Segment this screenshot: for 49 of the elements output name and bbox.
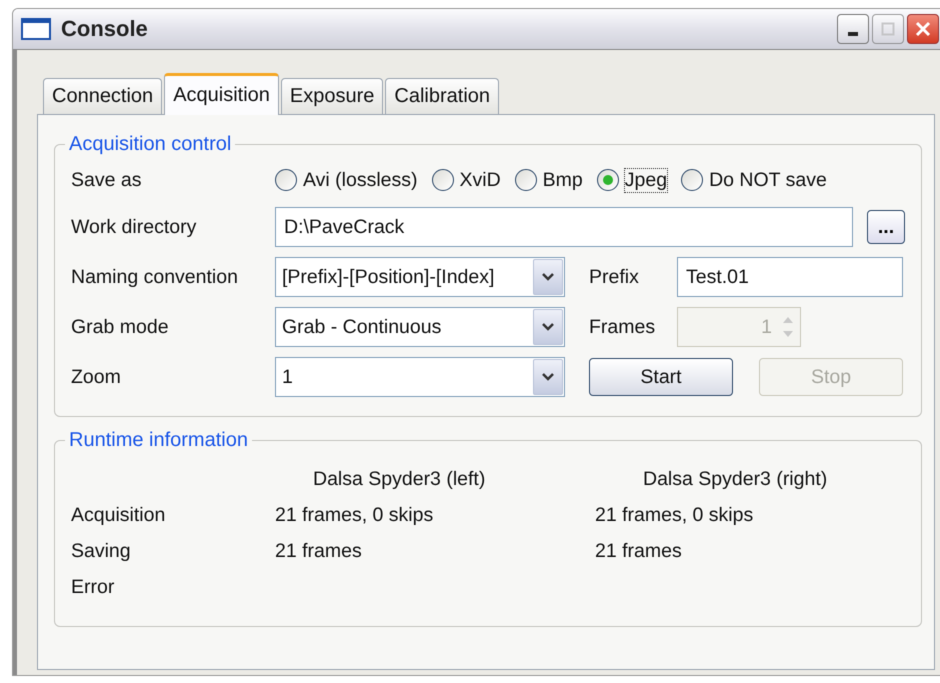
field-label: Work directory xyxy=(71,216,198,238)
zoom-dropdown[interactable]: 1 xyxy=(275,357,565,397)
grab-mode-dropdown[interactable]: Grab - Continuous xyxy=(275,307,565,347)
start-button[interactable]: Start xyxy=(589,358,733,396)
radio-label: Avi (lossless) xyxy=(303,168,418,192)
table-cell: 21 frames xyxy=(275,540,362,562)
window-title: Console xyxy=(61,16,149,42)
group-title: Runtime information xyxy=(68,429,249,452)
radio-button[interactable] xyxy=(514,169,537,191)
tab[interactable]: Calibration xyxy=(385,78,500,114)
chevron-down-icon xyxy=(541,272,555,282)
table-cell: 21 frames, 0 skips xyxy=(275,504,434,526)
window-icon xyxy=(21,18,51,40)
tab[interactable]: Exposure xyxy=(280,78,384,114)
row-label: Error xyxy=(71,576,116,600)
radio-label: Bmp xyxy=(542,168,583,192)
naming-dropdown[interactable]: [Prefix]-[Position]-[Index] xyxy=(275,257,565,297)
minimize-icon xyxy=(848,32,858,36)
radio-button[interactable] xyxy=(681,169,704,191)
radio-label: Jpeg xyxy=(624,168,668,192)
field-label: Prefix xyxy=(589,266,640,288)
chevron-down-icon xyxy=(541,322,555,332)
table-cell: 21 frames xyxy=(595,540,682,562)
tab[interactable]: Connection xyxy=(43,78,162,114)
close-button[interactable] xyxy=(907,14,939,44)
radio-label: XviD xyxy=(460,168,501,192)
radio-button[interactable] xyxy=(596,169,619,191)
close-icon xyxy=(915,21,931,37)
field-label: Save as xyxy=(71,168,142,192)
radio-button[interactable] xyxy=(432,169,454,191)
tab[interactable]: Acquisition xyxy=(164,73,279,115)
column-header: Dalsa Spyder3 (right) xyxy=(642,468,828,492)
row-label: Acquisition xyxy=(71,504,166,528)
minimize-button[interactable] xyxy=(837,14,869,44)
field-label: Grab mode xyxy=(71,316,170,338)
prefix-field[interactable]: Test.01 xyxy=(677,257,903,297)
radio-button[interactable] xyxy=(275,169,297,191)
field-label: Naming convention xyxy=(71,266,239,288)
table-cell: 21 frames, 0 skips xyxy=(595,504,754,526)
field-label: Zoom xyxy=(71,366,122,388)
row-label: Saving xyxy=(71,540,132,564)
radio-label: Do NOT save xyxy=(709,168,827,192)
group-title: Acquisition control xyxy=(68,133,232,156)
field-label: Frames xyxy=(589,316,656,338)
maximize-icon xyxy=(881,22,895,36)
browse-button[interactable]: ... xyxy=(867,210,905,244)
chevron-down-icon xyxy=(541,372,555,382)
column-header: Dalsa Spyder3 (left) xyxy=(312,468,486,492)
directory-field[interactable]: D:\PaveCrack xyxy=(275,207,853,247)
